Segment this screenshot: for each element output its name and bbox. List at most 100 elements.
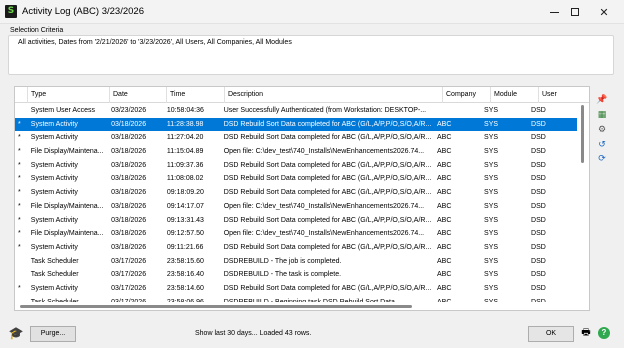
- cell-description: Open file: C:\dev_test\740_Installs\NewE…: [223, 148, 425, 156]
- column-header-date[interactable]: Date: [110, 87, 167, 103]
- cell-description: DSD Rebuild Sort Data completed for ABC …: [223, 161, 432, 169]
- status-text: Show last 30 days... Loaded 43 rows.: [195, 330, 312, 337]
- cell-marker: *: [18, 134, 21, 142]
- cell-module: SYS: [484, 161, 499, 169]
- maximize-icon: [571, 8, 579, 16]
- cell-time: 09:12:57.50: [166, 230, 204, 238]
- cell-marker: *: [18, 189, 21, 197]
- grid-header: Type Date Time Description Company Module User: [15, 87, 589, 103]
- cell-company: ABC: [437, 230, 452, 238]
- cell-type: Task Scheduler: [30, 271, 79, 279]
- table-row[interactable]: System User Access 03/23/2026 10:58:04:36 U…: [15, 104, 579, 118]
- table-row[interactable]: Task Scheduler 03/17/2026 23:58:16.40 DSDRE…: [15, 268, 579, 282]
- cell-type: Task Scheduler: [30, 257, 79, 265]
- cell-company: ABC: [437, 134, 452, 142]
- cell-company: ABC: [437, 175, 452, 183]
- column-header-time[interactable]: Time: [167, 87, 225, 103]
- cell-date: 03/18/2026: [111, 230, 147, 238]
- cell-marker: *: [18, 175, 21, 183]
- horizontal-scrollbar[interactable]: [15, 302, 579, 310]
- cell-description: DSDREBUILD - The job is completed.: [223, 257, 342, 265]
- cell-type: File Display/Maintena...: [30, 230, 104, 238]
- table-row[interactable]: * File Display/Maintena... 03/18/2026 09:12…: [15, 227, 579, 241]
- help-icon[interactable]: ?: [598, 327, 610, 339]
- column-header-marker[interactable]: [15, 87, 28, 103]
- column-header-user[interactable]: User: [539, 87, 589, 103]
- cell-company: ABC: [437, 271, 452, 279]
- cell-date: 03/18/2026: [111, 216, 147, 224]
- cell-description: DSD Rebuild Sort Data completed for ABC …: [223, 120, 432, 128]
- settings-icon[interactable]: ⚙: [595, 123, 609, 136]
- cell-date: 03/18/2026: [111, 243, 147, 251]
- table-row[interactable]: * File Display/Maintena... 03/18/2026 11:15…: [15, 145, 579, 159]
- cell-time: 11:09:37.36: [166, 161, 204, 169]
- horizontal-scroll-thumb[interactable]: [20, 305, 412, 308]
- table-row[interactable]: * System Activity 03/18/2026 09:11:21.66 DSD…: [15, 241, 579, 255]
- selection-criteria-text: All activities, Dates from '2/21/2026' t…: [18, 39, 292, 46]
- cell-type: System Activity: [30, 189, 78, 197]
- table-row[interactable]: * System Activity 03/18/2026 11:08:08.02 DSD…: [15, 172, 579, 186]
- grid-body[interactable]: System User Access 03/23/2026 10:58:04:36 U…: [15, 104, 579, 309]
- print-icon[interactable]: 🖶: [580, 327, 592, 339]
- pin-icon[interactable]: 📌: [595, 93, 609, 106]
- cell-time: 11:15:04.89: [166, 148, 204, 156]
- cell-time: 11:27:04.20: [166, 134, 204, 142]
- cell-date: 03/17/2026: [111, 257, 147, 265]
- column-header-description[interactable]: Description: [225, 87, 443, 103]
- table-row[interactable]: * System Activity 03/17/2026 23:58:14.60 DSD…: [15, 282, 579, 296]
- table-row[interactable]: * System Activity 03/18/2026 11:09:37.36 DSD…: [15, 159, 579, 173]
- cell-marker: *: [18, 230, 21, 238]
- cell-module: SYS: [484, 216, 499, 224]
- cell-module: SYS: [484, 148, 499, 156]
- history-icon[interactable]: ↺: [595, 138, 609, 151]
- purge-button[interactable]: Purge...: [30, 326, 76, 342]
- cell-description: DSD Rebuild Sort Data completed for ABC …: [223, 243, 432, 251]
- cell-company: ABC: [437, 216, 452, 224]
- cell-description: DSD Rebuild Sort Data completed for ABC …: [223, 284, 432, 292]
- cell-date: 03/18/2026: [111, 134, 147, 142]
- ok-button[interactable]: OK: [528, 326, 574, 342]
- table-row[interactable]: * System Activity 03/18/2026 09:13:31.43 DSD…: [15, 214, 579, 228]
- cell-type: System User Access: [30, 107, 95, 114]
- column-header-type[interactable]: Type: [28, 87, 110, 103]
- close-icon: ✕: [599, 5, 609, 19]
- cell-company: ABC: [437, 284, 452, 292]
- cell-type: System Activity: [30, 216, 78, 224]
- vertical-scroll-thumb[interactable]: [581, 105, 584, 163]
- table-row[interactable]: * File Display/Maintena... 03/18/2026 09:14…: [15, 200, 579, 214]
- cell-user: DSD: [531, 107, 546, 114]
- activity-grid[interactable]: Type Date Time Description Company Module User…: [14, 86, 590, 311]
- table-row[interactable]: * System Activity 03/18/2026 09:18:09.20 DSD…: [15, 186, 579, 200]
- table-row[interactable]: * System Activity 03/18/2026 11:27:04.20 DSD…: [15, 131, 579, 145]
- cell-company: ABC: [437, 120, 452, 128]
- cell-time: 23:58:16.40: [166, 271, 204, 279]
- cell-type: System Activity: [30, 175, 78, 183]
- cell-company: ABC: [437, 243, 452, 251]
- close-button[interactable]: ✕: [584, 0, 624, 24]
- cell-marker: [15, 255, 28, 269]
- cell-time: 11:08:08.02: [166, 175, 204, 183]
- table-row[interactable]: * System Activity 03/18/2026 11:28:38.98 DSD…: [15, 117, 579, 132]
- help-book-icon[interactable]: 🎓: [7, 325, 25, 341]
- cell-type: System Activity: [30, 161, 78, 169]
- column-header-company[interactable]: Company: [443, 87, 491, 103]
- cell-description: Open file: C:\dev_test\740_Installs\NewE…: [223, 230, 425, 238]
- cell-marker: *: [18, 120, 21, 128]
- cell-date: 03/18/2026: [111, 175, 147, 183]
- table-row[interactable]: Task Scheduler 03/17/2026 23:58:15.60 DSDRE…: [15, 255, 579, 269]
- vertical-scrollbar[interactable]: [577, 103, 589, 310]
- column-header-module[interactable]: Module: [491, 87, 539, 103]
- cell-user: DSD: [531, 230, 546, 238]
- selection-criteria-panel: Selection Criteria All activities, Dates…: [8, 26, 614, 75]
- cell-company: ABC: [437, 257, 452, 265]
- cell-marker: [15, 268, 28, 282]
- cell-module: SYS: [484, 107, 499, 114]
- cell-marker: *: [18, 216, 21, 224]
- cell-type: File Display/Maintena...: [30, 202, 104, 210]
- cell-user: DSD: [531, 134, 546, 142]
- column-chooser-icon[interactable]: ▦: [595, 108, 609, 121]
- cell-date: 03/17/2026: [111, 271, 147, 279]
- title-bar: S Activity Log (ABC) 3/23/2026 ✕: [0, 0, 624, 24]
- cell-date: 03/18/2026: [111, 148, 147, 156]
- refresh-icon[interactable]: ⟳: [595, 152, 609, 165]
